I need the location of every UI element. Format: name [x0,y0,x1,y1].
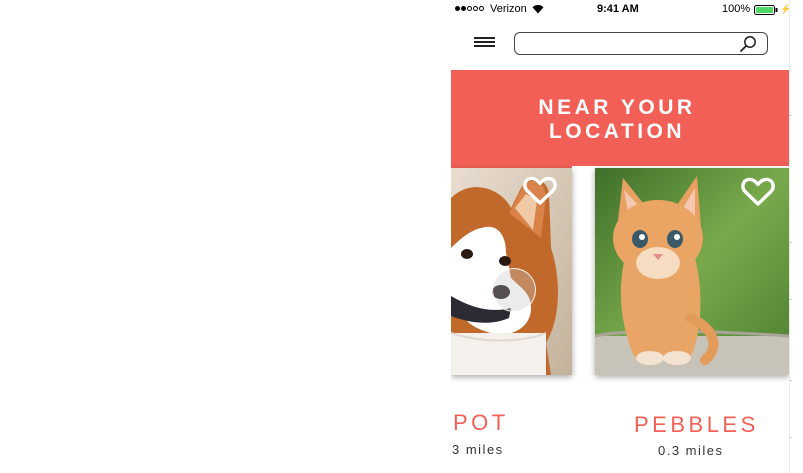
pet-distance-pot: 3 miles [452,442,504,457]
banner-title-line1: NEAR YOUR [538,96,696,119]
hamburger-menu-icon[interactable] [474,37,495,49]
favorite-heart-icon[interactable] [523,176,557,206]
battery-percentage: 100% [722,3,751,15]
status-bar: Verizon 9:41 AM 100% ⚡ [451,0,789,20]
search-bar[interactable] [514,32,768,55]
banner-title-line2: LOCATION [548,120,686,143]
search-icon[interactable] [739,35,757,53]
pet-name-pebbles[interactable]: PEBBLES [634,412,759,438]
signal-strength-icon [455,6,484,11]
search-input[interactable] [523,34,737,55]
charging-bolt-icon: ⚡ [780,4,789,14]
canvas: Verizon 9:41 AM 100% ⚡ NEAR YOUR LOCATIO… [0,0,803,473]
pet-card-pebbles[interactable] [595,168,789,375]
wifi-icon [532,5,544,14]
window-edge [789,0,790,473]
pet-name-pot[interactable]: POT [453,410,509,436]
status-time: 9:41 AM [597,3,639,15]
battery-icon [754,5,778,15]
carrier-name: Verizon [490,3,527,15]
banner-title: NEAR YOUR LOCATION [451,96,783,144]
phone-screen: Verizon 9:41 AM 100% ⚡ NEAR YOUR LOCATIO… [451,0,789,473]
touch-indicator [492,268,536,312]
favorite-heart-icon[interactable] [741,177,775,207]
pet-distance-pebbles: 0.3 miles [658,443,724,458]
